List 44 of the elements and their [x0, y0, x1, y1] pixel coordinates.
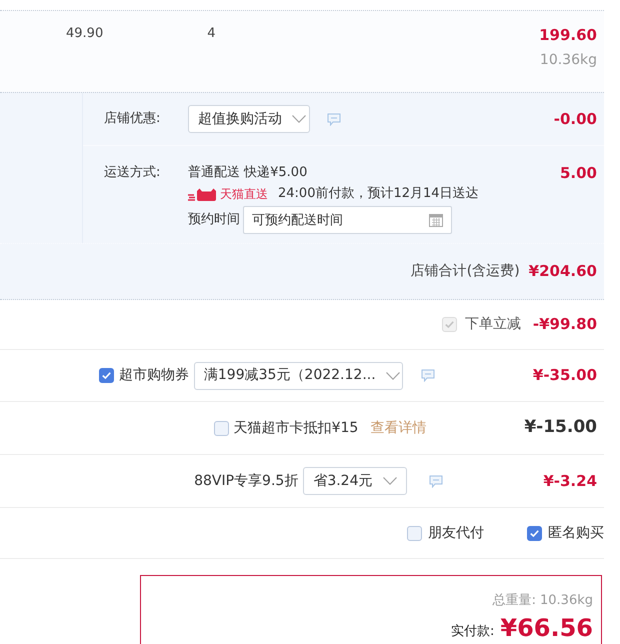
discount-amount: ¥-3.24	[543, 470, 597, 492]
checkbox[interactable]	[214, 420, 229, 436]
discount-label: 88VIP专享9.5折	[194, 472, 298, 490]
checkbox[interactable]	[527, 526, 542, 540]
chevron-down-icon	[383, 477, 398, 485]
checkbox[interactable]	[98, 368, 114, 383]
total-weight: 10.36kg	[540, 592, 593, 610]
comment-icon[interactable]	[420, 369, 435, 382]
promo-label: 店铺优惠:	[104, 110, 162, 128]
schedule-label: 预约时间	[188, 211, 240, 230]
shop-total-label: 店铺合计(含运费)	[410, 262, 520, 281]
quantity: 4	[207, 25, 216, 43]
payment-amount: ¥66.56	[500, 614, 593, 642]
chevron-down-icon	[386, 372, 400, 380]
delivery-service-label: 天猫直送	[220, 186, 268, 203]
shop-total-amount: ¥204.60	[528, 261, 597, 282]
shipping-amount: 5.00	[558, 164, 597, 182]
shipping-label: 运送方式:	[104, 164, 162, 182]
delivery-estimate: 24:00前付款，预计12月14日送达	[278, 185, 479, 204]
discount-label: 天猫超市卡抵扣¥15	[234, 418, 358, 438]
option-label: 匿名购买	[548, 524, 604, 542]
schedule-field[interactable]: 可预约配送时间	[243, 206, 452, 234]
dropdown-select[interactable]: 省3.24元	[303, 467, 408, 495]
discount-amount: ¥-15.00	[524, 416, 597, 440]
unit-price: 49.90	[66, 25, 104, 43]
total-weight-label: 总重量:	[492, 592, 536, 610]
discount-label: 超市购物券	[118, 366, 189, 385]
discount-label: 下单立减	[464, 315, 521, 334]
discount-amount: -¥99.80	[532, 314, 597, 336]
chevron-down-icon	[292, 115, 306, 123]
cat-logo-icon	[188, 188, 218, 200]
shipping-method: 普通配送 快递¥5.00	[188, 164, 308, 182]
item-weight: 10.36kg	[540, 51, 597, 70]
dropdown-select[interactable]: 满199减35元（2022.12...	[194, 362, 403, 390]
comment-icon[interactable]	[429, 474, 444, 488]
calendar-icon[interactable]	[429, 213, 443, 227]
subtotal-price: 199.60	[539, 25, 597, 45]
checkbox[interactable]	[407, 526, 422, 540]
discount-amount: ¥-35.00	[532, 365, 597, 386]
option-label: 朋友代付	[428, 524, 484, 542]
promo-amount: -0.00	[552, 108, 597, 130]
payment-label: 实付款:	[450, 623, 494, 641]
comment-icon[interactable]	[327, 112, 341, 126]
dropdown-select[interactable]: 超值换购活动	[188, 105, 310, 133]
